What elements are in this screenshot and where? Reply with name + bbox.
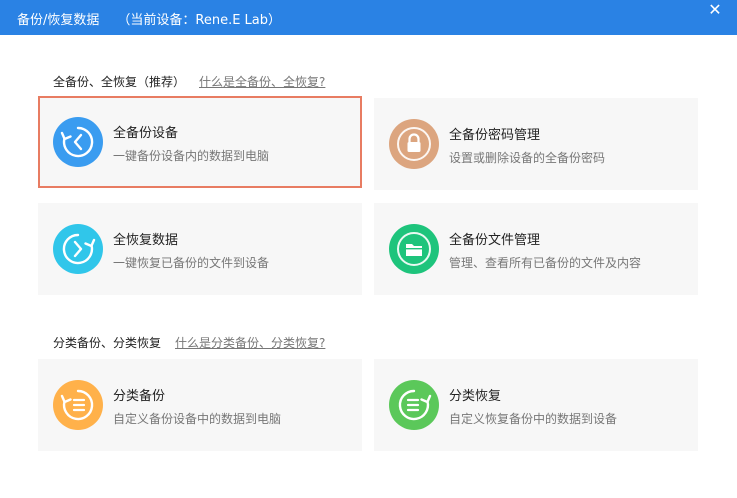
card-title: 全备份文件管理 <box>449 233 541 248</box>
category-backup-icon <box>53 380 103 430</box>
card-description: 自定义备份设备中的数据到电脑 <box>113 412 282 426</box>
card-title: 全恢复数据 <box>113 233 179 248</box>
full-backup-section-header: 全备份、全恢复（推荐） 什么是全备份、全恢复? <box>53 73 325 90</box>
card-description: 设置或删除设备的全备份密码 <box>449 151 606 165</box>
card-description: 一键备份设备内的数据到电脑 <box>113 149 270 163</box>
full-restore-data-card[interactable]: 全恢复数据 一键恢复已备份的文件到设备 <box>38 203 362 295</box>
backup-restore-icon <box>53 117 103 167</box>
card-title: 分类备份 <box>113 389 166 404</box>
window-title-text: 备份/恢复数据 <box>17 13 100 28</box>
card-title: 全备份设备 <box>113 126 179 141</box>
folder-icon <box>389 224 439 274</box>
category-backup-section-label: 分类备份、分类恢复 <box>53 336 162 350</box>
full-backup-device-card[interactable]: 全备份设备 一键备份设备内的数据到电脑 <box>38 96 362 188</box>
category-backup-help-link[interactable]: 什么是分类备份、分类恢复? <box>175 336 325 350</box>
full-backup-file-management-card[interactable]: 全备份文件管理 管理、查看所有已备份的文件及内容 <box>374 203 698 295</box>
restore-icon <box>53 224 103 274</box>
lock-icon <box>389 119 439 169</box>
category-restore-icon <box>389 380 439 430</box>
window-title: 备份/恢复数据 （当前设备：Rene.E Lab） <box>17 9 281 28</box>
close-icon: ✕ <box>708 0 722 19</box>
card-description: 管理、查看所有已备份的文件及内容 <box>449 256 642 270</box>
category-backup-section-header: 分类备份、分类恢复 什么是分类备份、分类恢复? <box>53 334 325 351</box>
close-button[interactable]: ✕ <box>703 0 727 20</box>
category-backup-card[interactable]: 分类备份 自定义备份设备中的数据到电脑 <box>38 359 362 451</box>
card-description: 自定义恢复备份中的数据到设备 <box>449 412 618 426</box>
full-backup-section-label: 全备份、全恢复（推荐） <box>53 75 186 89</box>
card-description: 一键恢复已备份的文件到设备 <box>113 256 270 270</box>
card-title: 分类恢复 <box>449 389 502 404</box>
card-title: 全备份密码管理 <box>449 128 541 143</box>
full-backup-help-link[interactable]: 什么是全备份、全恢复? <box>199 75 325 89</box>
title-bar: 备份/恢复数据 （当前设备：Rene.E Lab） ✕ <box>0 0 737 35</box>
current-device-label: （当前设备：Rene.E Lab） <box>117 13 282 28</box>
category-restore-card[interactable]: 分类恢复 自定义恢复备份中的数据到设备 <box>374 359 698 451</box>
full-backup-password-card[interactable]: 全备份密码管理 设置或删除设备的全备份密码 <box>374 98 698 190</box>
